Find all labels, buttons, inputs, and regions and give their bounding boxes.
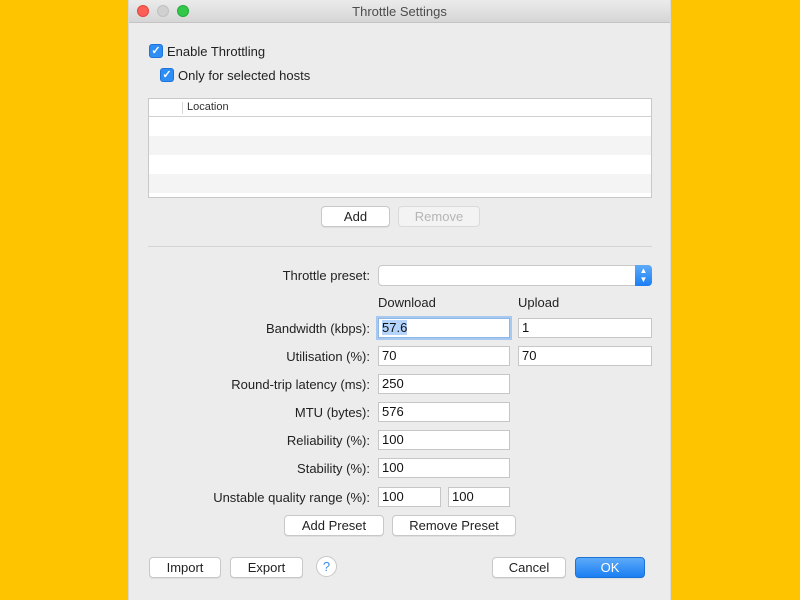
remove-preset-button[interactable]: Remove Preset bbox=[392, 515, 516, 536]
reliability-label: Reliability (%): bbox=[286, 433, 370, 448]
hosts-table[interactable]: Location bbox=[148, 98, 652, 198]
mtu-input[interactable]: 576 bbox=[378, 402, 510, 422]
throttle-preset-select[interactable]: ▲ ▼ bbox=[378, 265, 652, 286]
help-button[interactable]: ? bbox=[316, 556, 337, 577]
bandwidth-upload-input[interactable]: 1 bbox=[518, 318, 652, 338]
ok-button[interactable]: OK bbox=[575, 557, 645, 578]
throttle-preset-label: Throttle preset: bbox=[282, 268, 370, 283]
latency-label: Round-trip latency (ms): bbox=[231, 377, 370, 392]
bandwidth-label: Bandwidth (kbps): bbox=[265, 321, 370, 336]
checkmark-icon: ✓ bbox=[151, 45, 161, 57]
reliability-input[interactable]: 100 bbox=[378, 430, 510, 450]
table-row[interactable] bbox=[149, 155, 651, 174]
add-preset-button[interactable]: Add Preset bbox=[284, 515, 384, 536]
stability-input[interactable]: 100 bbox=[378, 458, 510, 478]
unstable-range-max-input[interactable]: 100 bbox=[448, 487, 510, 507]
mtu-label: MTU (bytes): bbox=[294, 405, 370, 420]
only-selected-hosts-checkbox[interactable]: ✓ bbox=[160, 68, 174, 82]
table-row[interactable] bbox=[149, 117, 651, 136]
export-button[interactable]: Export bbox=[230, 557, 303, 578]
latency-input[interactable]: 250 bbox=[378, 374, 510, 394]
section-divider bbox=[148, 246, 652, 247]
only-selected-hosts-label[interactable]: Only for selected hosts bbox=[178, 68, 310, 83]
enable-throttling-checkbox[interactable]: ✓ bbox=[149, 44, 163, 58]
utilisation-label: Utilisation (%): bbox=[286, 349, 370, 364]
remove-host-button[interactable]: Remove bbox=[398, 206, 480, 227]
title-bar[interactable]: Throttle Settings bbox=[129, 0, 670, 23]
column-header-location[interactable]: Location bbox=[187, 101, 229, 113]
chevron-updown-icon[interactable]: ▲ ▼ bbox=[635, 265, 652, 286]
utilisation-upload-input[interactable]: 70 bbox=[518, 346, 652, 366]
cancel-button[interactable]: Cancel bbox=[492, 557, 566, 578]
throttle-settings-window: Throttle Settings ✓ Enable Throttling ✓ … bbox=[128, 0, 671, 600]
unstable-range-min-input[interactable]: 100 bbox=[378, 487, 441, 507]
utilisation-download-input[interactable]: 70 bbox=[378, 346, 510, 366]
bandwidth-download-input[interactable]: 57.6 bbox=[378, 318, 510, 338]
table-row[interactable] bbox=[149, 174, 651, 193]
table-row[interactable] bbox=[149, 136, 651, 155]
add-host-button[interactable]: Add bbox=[321, 206, 390, 227]
enable-throttling-label[interactable]: Enable Throttling bbox=[167, 44, 265, 59]
import-button[interactable]: Import bbox=[149, 557, 221, 578]
checkmark-icon: ✓ bbox=[162, 69, 172, 81]
table-header: Location bbox=[149, 99, 651, 117]
download-column-header: Download bbox=[378, 295, 436, 310]
window-title: Throttle Settings bbox=[352, 4, 447, 19]
stability-label: Stability (%): bbox=[297, 461, 370, 476]
column-divider[interactable] bbox=[182, 102, 183, 114]
bandwidth-download-value: 57.6 bbox=[382, 320, 408, 335]
unstable-range-label: Unstable quality range (%): bbox=[213, 490, 370, 505]
question-mark-icon: ? bbox=[322, 559, 331, 574]
upload-column-header: Upload bbox=[518, 295, 560, 310]
